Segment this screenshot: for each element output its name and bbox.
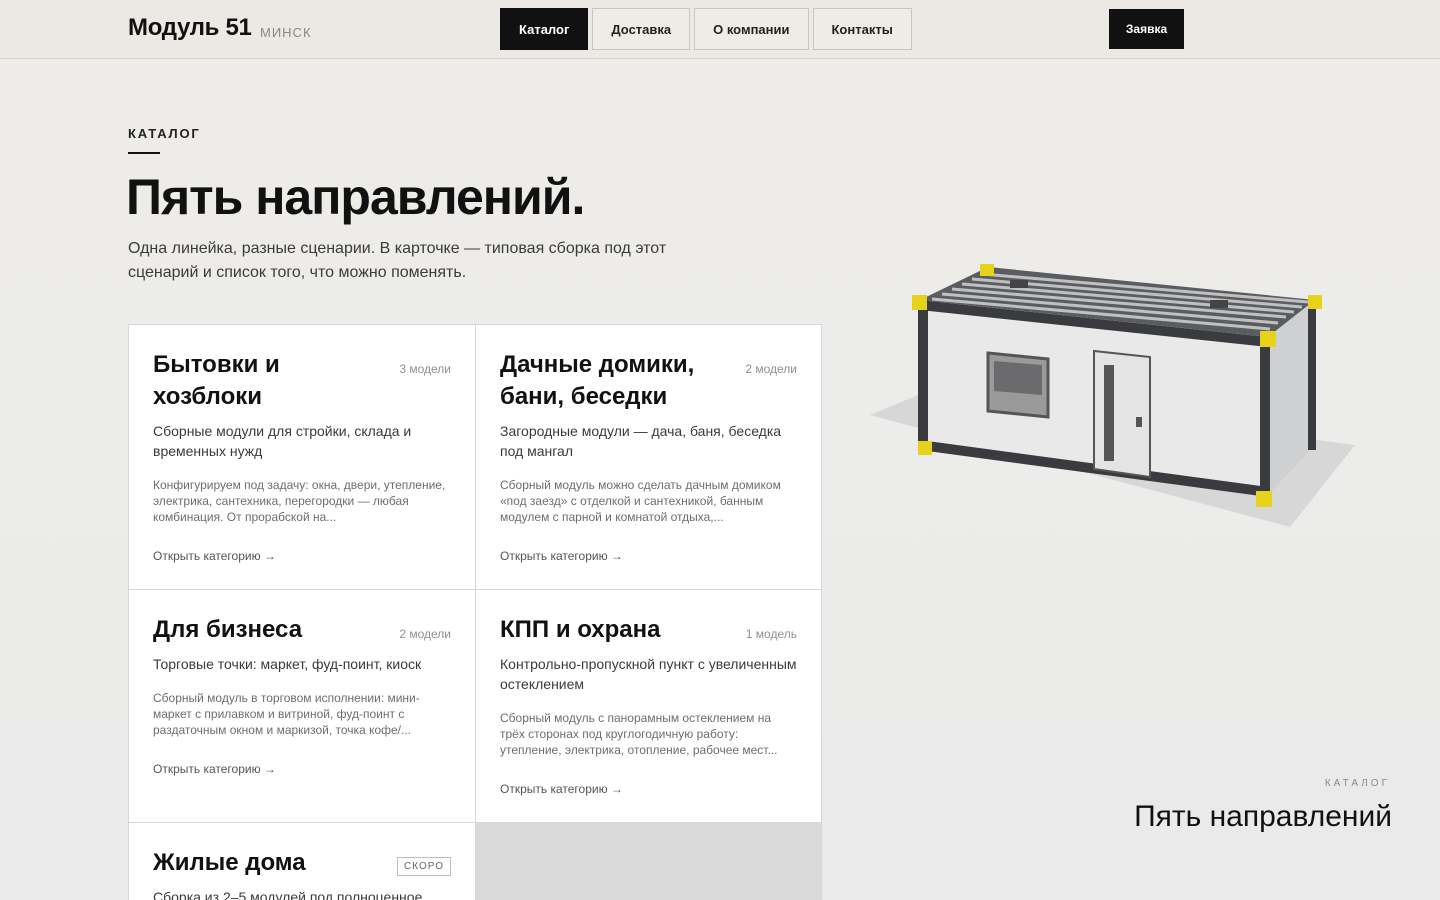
category-card-cabins[interactable]: Бытовки и хозблоки 3 модели Сборные моду… xyxy=(129,325,475,590)
module-illustration xyxy=(870,264,1355,527)
nav-contacts[interactable]: Контакты xyxy=(812,8,912,50)
card-title: Для бизнеса xyxy=(153,616,303,643)
page-lead: Одна линейка, разные сценарии. В карточк… xyxy=(128,240,667,281)
card-description: Сборные модули для стройки, склада и вре… xyxy=(153,423,412,459)
section-eyebrow: КАТАЛОГ xyxy=(128,126,201,141)
eyebrow-divider xyxy=(128,152,160,154)
page-title: Пять направлений. xyxy=(126,169,585,225)
card-count: 3 модели xyxy=(399,362,451,376)
card-count: 2 модели xyxy=(399,627,451,641)
category-grid: Бытовки и хозблоки 3 модели Сборные моду… xyxy=(128,324,822,900)
open-category-link[interactable]: Открыть категорию → xyxy=(153,762,276,776)
request-button[interactable]: Заявка xyxy=(1109,9,1184,49)
card-details: Сборный модуль можно сделать дачным доми… xyxy=(500,478,781,524)
logo-city: минск xyxy=(260,25,312,40)
category-card-checkpoint[interactable]: КПП и охрана 1 модель Контрольно-пропуск… xyxy=(475,590,821,823)
nav-about[interactable]: О компании xyxy=(694,8,809,50)
site-header: Модуль 51 минск Каталог Доставка О компа… xyxy=(0,0,1440,59)
side-eyebrow: КАТАЛОГ xyxy=(1324,778,1390,789)
card-title: Жилые дома xyxy=(153,849,306,876)
main-nav: Каталог Доставка О компании Контакты xyxy=(500,8,912,50)
card-description: Загородные модули — дача, баня, беседка … xyxy=(500,423,782,459)
card-count: 1 модель xyxy=(745,627,797,641)
open-category-link[interactable]: Открыть категорию → xyxy=(500,782,623,796)
card-description: Торговые точки: маркет, фуд-поинт, киоск xyxy=(153,656,422,672)
card-count: 2 модели xyxy=(745,362,797,376)
card-title: КПП и охрана xyxy=(500,616,661,643)
category-card-business[interactable]: Для бизнеса 2 модели Торговые точки: мар… xyxy=(129,590,475,823)
card-description: Контрольно-пропускной пункт с увеличенны… xyxy=(500,656,797,692)
card-title: Дачные домики, бани, беседки xyxy=(500,351,695,410)
category-card-houses[interactable]: Жилые дома СКОРО Сборка из 2–5 модулей п… xyxy=(129,823,475,900)
nav-delivery[interactable]: Доставка xyxy=(592,8,691,50)
logo[interactable]: Модуль 51 xyxy=(128,14,252,42)
open-category-link[interactable]: Открыть категорию → xyxy=(153,549,276,563)
coming-soon-badge: СКОРО xyxy=(397,857,451,876)
card-details: Сборный модуль с панорамным остеклением … xyxy=(500,711,778,757)
card-details: Сборный модуль в торговом исполнении: ми… xyxy=(153,691,420,737)
card-details: Конфигурируем под задачу: окна, двери, у… xyxy=(153,478,446,524)
nav-catalog[interactable]: Каталог xyxy=(500,8,589,50)
side-title: Пять направлений xyxy=(1134,800,1392,833)
open-category-link[interactable]: Открыть категорию → xyxy=(500,549,623,563)
empty-grid-cell xyxy=(475,823,821,900)
category-card-country-houses[interactable]: Дачные домики, бани, беседки 2 модели За… xyxy=(475,325,821,590)
card-description: Сборка из 2–5 модулей под полноценное xyxy=(153,889,423,900)
card-title: Бытовки и хозблоки xyxy=(153,351,280,410)
